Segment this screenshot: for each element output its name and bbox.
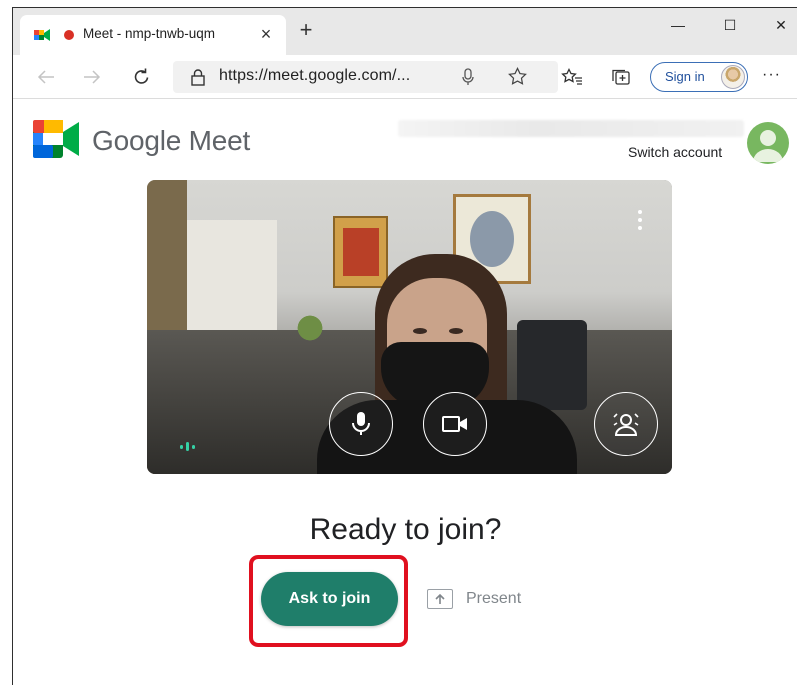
star-icon[interactable] — [508, 67, 527, 86]
wall-poster — [333, 216, 388, 288]
more-options-button[interactable] — [636, 210, 644, 232]
present-icon — [427, 589, 453, 609]
camera-preview — [147, 180, 672, 474]
refresh-button[interactable] — [129, 64, 155, 90]
ask-to-join-button[interactable]: Ask to join — [261, 572, 398, 626]
more-icon[interactable]: ··· — [762, 66, 781, 84]
microphone-toggle-icon — [352, 412, 370, 435]
present-label: Present — [466, 590, 522, 607]
refresh-icon — [134, 68, 149, 84]
sign-in-button[interactable]: Sign in — [650, 62, 748, 92]
present-button[interactable]: Present — [427, 583, 542, 615]
brand-title: Google Meet — [92, 125, 251, 156]
lock-icon — [191, 69, 205, 86]
camera-toggle-icon — [442, 416, 467, 432]
url-text: https://meet.google.com/... — [219, 67, 411, 84]
sign-in-label: Sign in — [665, 69, 705, 84]
minimize-button[interactable]: — — [654, 8, 702, 42]
google-meet-logo — [33, 120, 79, 158]
browser-toolbar: https://meet.google.com/... Sign in ··· — [13, 55, 797, 99]
back-button[interactable] — [33, 64, 59, 90]
switch-account-link[interactable]: Switch account — [628, 144, 722, 160]
address-bar[interactable]: https://meet.google.com/... — [173, 61, 558, 93]
maximize-button[interactable]: ☐ — [706, 8, 754, 42]
visual-effects-button[interactable] — [594, 392, 658, 456]
tab-strip: Meet - nmp-tnwb-uqm × + — ☐ ✕ — [13, 8, 797, 55]
meet-favicon-icon — [34, 29, 50, 41]
microphone-icon[interactable] — [462, 68, 474, 86]
visual-effects-icon — [613, 413, 639, 436]
recording-dot-icon — [64, 30, 74, 40]
profile-avatar — [721, 65, 745, 89]
browser-tab-meet[interactable]: Meet - nmp-tnwb-uqm × — [20, 15, 286, 55]
favorites-icon — [561, 68, 582, 85]
browser-window: Meet - nmp-tnwb-uqm × + — ☐ ✕ https://me… — [12, 7, 797, 685]
account-avatar[interactable] — [747, 122, 789, 164]
favorites-button[interactable] — [559, 64, 585, 90]
collections-icon — [612, 69, 630, 85]
user-icon — [753, 130, 783, 162]
close-window-button[interactable]: ✕ — [757, 8, 797, 42]
forward-arrow-icon — [84, 70, 101, 84]
tab-close-button[interactable]: × — [256, 24, 276, 44]
new-tab-button[interactable]: + — [294, 17, 318, 42]
collections-button[interactable] — [608, 64, 634, 90]
blurred-account-email — [398, 120, 744, 137]
ready-to-join-heading: Ready to join? — [309, 513, 502, 546]
tab-title: Meet - nmp-tnwb-uqm — [83, 26, 216, 41]
audio-level-icon — [180, 442, 195, 451]
back-arrow-icon — [37, 70, 54, 84]
microphone-toggle-button[interactable] — [329, 392, 393, 456]
forward-button[interactable] — [79, 64, 105, 90]
camera-toggle-button[interactable] — [423, 392, 487, 456]
